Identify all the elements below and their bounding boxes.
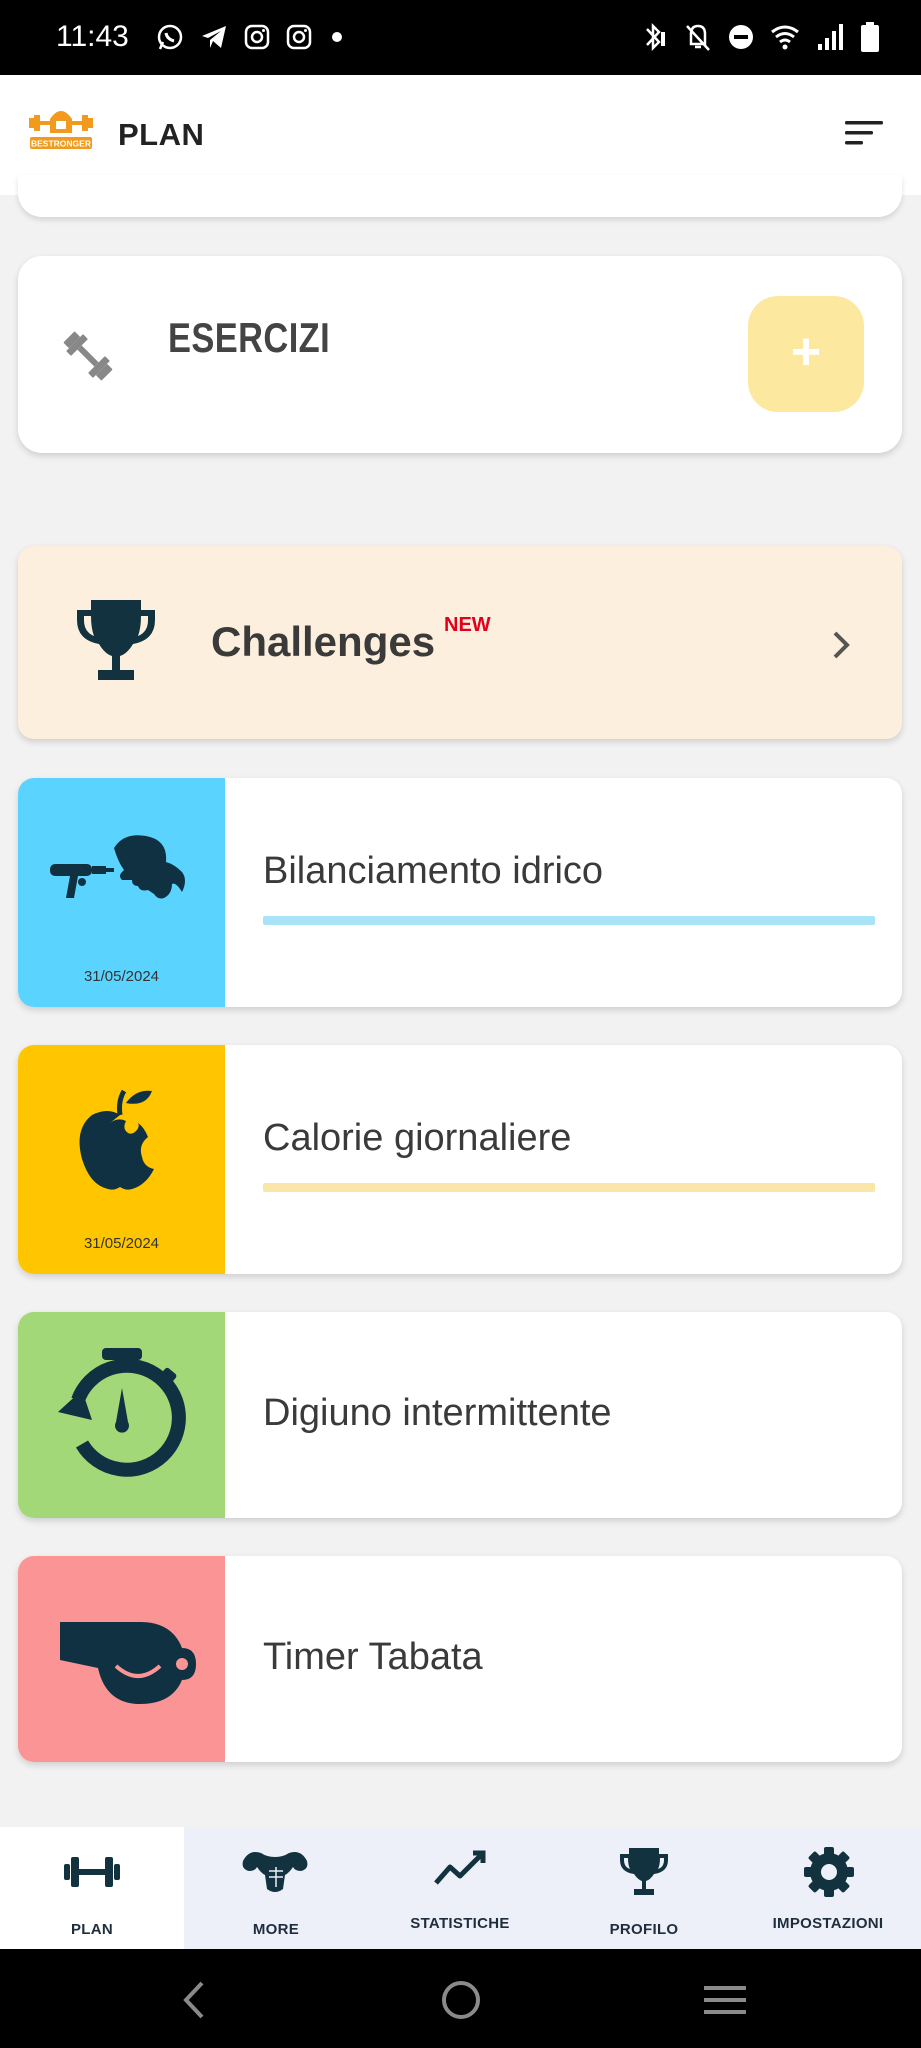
dnd-icon xyxy=(729,25,753,49)
signal-icon xyxy=(818,24,843,50)
stopwatch-icon xyxy=(58,1348,186,1477)
notification-icons xyxy=(155,22,347,52)
add-exercise-button[interactable]: + xyxy=(748,296,864,412)
telegram-icon xyxy=(202,26,226,48)
instagram-icon xyxy=(244,24,270,50)
new-badge: NEW xyxy=(444,614,491,636)
nav-plan[interactable]: PLAN xyxy=(0,1827,184,1949)
water-tile: 31/05/2024 xyxy=(18,778,225,1007)
nav-impostazioni[interactable]: IMPOSTAZIONI xyxy=(736,1827,921,1949)
exercise-label: ESERCIZI xyxy=(168,314,331,361)
battery-icon xyxy=(861,22,879,52)
feature-water-balance[interactable]: 31/05/2024 Bilanciamento idrico xyxy=(18,778,902,1007)
feature-intermittent-fasting[interactable]: Digiuno intermittente xyxy=(18,1312,902,1518)
bottom-navigation: PLAN MORE STATISTICHE PROFILO IMPOSTAZIO… xyxy=(0,1827,921,1949)
whistle-icon xyxy=(60,1622,196,1704)
challenges-card[interactable]: Challenges NEW xyxy=(18,546,902,739)
feature-tabata-timer[interactable]: Timer Tabata xyxy=(18,1556,902,1762)
status-time: 11:43 xyxy=(56,20,129,53)
dumbbell-icon xyxy=(63,331,113,381)
page-title: PLAN xyxy=(118,117,205,152)
challenges-label: Challenges xyxy=(211,618,436,665)
nav-statistiche-label: STATISTICHE xyxy=(410,1915,510,1932)
calories-label: Calorie giornaliere xyxy=(263,1117,572,1159)
calories-progress-bar xyxy=(263,1183,875,1192)
water-label: Bilanciamento idrico xyxy=(263,850,604,892)
exercise-card[interactable]: ESERCIZI + xyxy=(18,256,902,453)
drinking-water-icon xyxy=(50,835,185,899)
trophy-icon xyxy=(620,1848,668,1895)
whatsapp-icon xyxy=(157,24,183,50)
system-icons xyxy=(639,20,881,54)
nav-more[interactable]: MORE xyxy=(184,1827,368,1949)
trophy-icon xyxy=(77,600,155,680)
wifi-icon xyxy=(771,25,799,50)
fasting-tile xyxy=(18,1312,225,1518)
water-date: 31/05/2024 xyxy=(83,968,160,985)
plus-icon: + xyxy=(790,323,822,381)
chevron-right-icon xyxy=(833,631,850,659)
nav-profilo[interactable]: PROFILO xyxy=(552,1827,736,1949)
tabata-tile xyxy=(18,1556,225,1762)
water-progress-bar xyxy=(263,916,875,925)
calories-tile: 31/05/2024 xyxy=(18,1045,225,1274)
status-bar: 11:43 xyxy=(0,0,921,75)
nav-impostazioni-label: IMPOSTAZIONI xyxy=(772,1915,884,1932)
home-icon[interactable] xyxy=(440,1979,482,2021)
system-navigation-bar xyxy=(0,1949,921,2048)
nav-statistiche[interactable]: STATISTICHE xyxy=(368,1827,552,1949)
previous-card xyxy=(18,175,902,217)
dot-icon xyxy=(332,32,342,42)
nav-profilo-label: PROFILO xyxy=(609,1921,679,1938)
gear-icon xyxy=(804,1847,854,1897)
svg-text:BESTRONGER: BESTRONGER xyxy=(31,139,91,149)
dumbbell-icon xyxy=(64,1857,120,1887)
nav-plan-label: PLAN xyxy=(70,1921,114,1938)
filter-menu-icon[interactable] xyxy=(845,119,883,147)
recents-icon[interactable] xyxy=(704,1982,746,2018)
mute-icon xyxy=(686,24,710,51)
bestronger-logo: BESTRONGER xyxy=(29,111,93,149)
tabata-label: Timer Tabata xyxy=(263,1636,483,1678)
instagram-icon xyxy=(286,24,312,50)
feature-daily-calories[interactable]: 31/05/2024 Calorie giornaliere xyxy=(18,1045,902,1274)
bluetooth-icon xyxy=(646,22,665,52)
nav-more-label: MORE xyxy=(252,1921,300,1938)
back-icon[interactable] xyxy=(178,1979,208,2021)
apple-icon xyxy=(79,1089,154,1190)
fasting-label: Digiuno intermittente xyxy=(263,1392,612,1434)
muscle-icon xyxy=(242,1852,308,1892)
chart-line-icon xyxy=(434,1850,486,1885)
calories-date: 31/05/2024 xyxy=(83,1235,160,1252)
